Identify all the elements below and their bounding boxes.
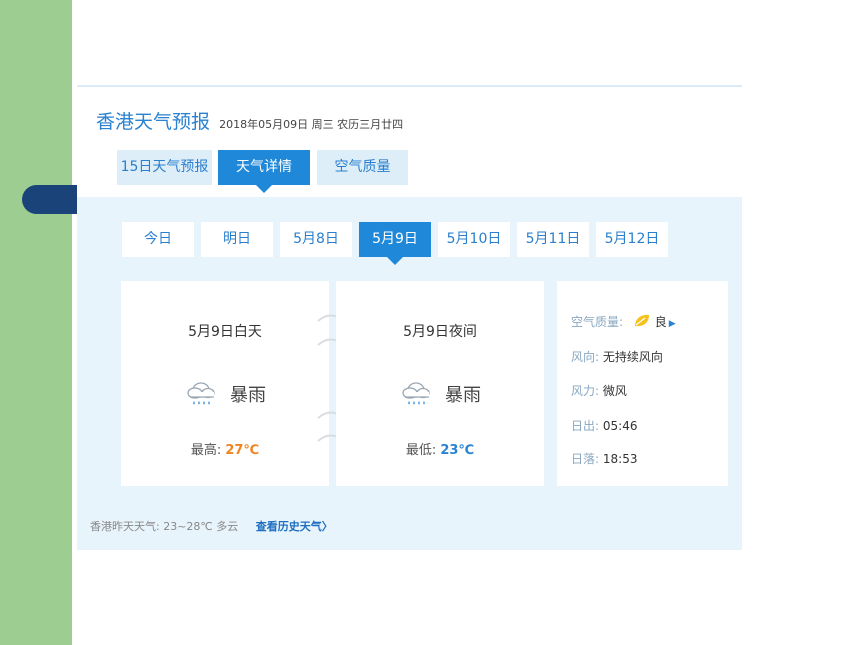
weather-widget: 香港天气预报 2018年05月09日 周三 农历三月廿四 15日天气预报 天气详… (77, 85, 742, 550)
low-temp-value: 23℃ (440, 443, 475, 458)
night-weather-label: 暴雨 (445, 385, 481, 406)
night-card-title: 5月9日夜间 (403, 324, 477, 340)
title-row: 香港天气预报 2018年05月09日 周三 农历三月廿四 (96, 107, 403, 134)
wind-force-label: 风力: (571, 384, 600, 398)
footer: 香港昨天天气: 23~28℃ 多云 查看历史天气〉 (90, 518, 333, 534)
tab-air-quality[interactable]: 空气质量 (317, 150, 408, 185)
air-quality-label: 空气质量: (571, 315, 624, 329)
day-card-title: 5月9日白天 (188, 324, 262, 340)
day-tab-tomorrow[interactable]: 明日 (201, 222, 273, 257)
low-temp-label: 最低: (405, 443, 437, 458)
leaf-icon (634, 314, 649, 327)
day-weather-row: 暴雨 (121, 377, 329, 411)
details-panel: 今日 明日 5月8日 5月9日 5月10日 5月11日 5月12日 5月9日白天… (77, 197, 742, 550)
day-tab-may11[interactable]: 5月11日 (517, 222, 589, 257)
wind-direction-value: 无持续风向 (602, 350, 663, 364)
top-divider (77, 85, 742, 87)
sunset-value: 18:53 (602, 452, 638, 466)
sunrise-row: 日出: 05:46 (571, 417, 637, 434)
high-temp-value: 27℃ (225, 443, 260, 458)
day-tab-may12[interactable]: 5月12日 (596, 222, 668, 257)
sunrise-value: 05:46 (602, 419, 638, 433)
wind-force-value: 微风 (602, 384, 627, 398)
day-weather-label: 暴雨 (230, 385, 266, 406)
night-temp-row: 最低: 23℃ (336, 439, 544, 458)
sunset-label: 日落: (571, 452, 600, 466)
air-quality-value: 良 (654, 315, 667, 329)
night-forecast-card: 5月9日夜间 暴雨 最低: 23℃ (336, 281, 544, 486)
day-tab-today[interactable]: 今日 (122, 222, 194, 257)
page-title: 香港天气预报 (96, 111, 211, 133)
day-tab-may9[interactable]: 5月9日 (359, 222, 431, 265)
high-temp-label: 最高: (190, 443, 222, 458)
tab-15day-forecast[interactable]: 15日天气预报 (117, 150, 212, 185)
chevron-right-icon: ▶ (668, 319, 676, 329)
night-weather-row: 暴雨 (336, 377, 544, 411)
day-tab-may10[interactable]: 5月10日 (438, 222, 510, 257)
day-tab-may8[interactable]: 5月8日 (280, 222, 352, 257)
tab-weather-details[interactable]: 天气详情 (218, 150, 310, 193)
wind-force-row: 风力: 微风 (571, 382, 627, 399)
air-quality-row[interactable]: 空气质量: 良 ▶ (571, 313, 676, 330)
yesterday-weather: 香港昨天天气: 23~28℃ 多云 (90, 520, 239, 533)
side-decoration-band (0, 0, 72, 645)
wind-direction-row: 风向: 无持续风向 (571, 348, 663, 365)
heavy-rain-icon (187, 382, 215, 405)
wind-direction-label: 风向: (571, 350, 600, 364)
weather-info-card: 空气质量: 良▶ 风向: 无持续风向 风力: 微风 日出: 05:46 日落: (557, 281, 728, 486)
day-forecast-card: 5月9日白天 暴雨 最高: 27℃ (121, 281, 329, 486)
date-label: 2018年05月09日 周三 农历三月廿四 (219, 118, 404, 131)
day-temp-row: 最高: 27℃ (121, 439, 329, 458)
heavy-rain-icon (402, 382, 430, 405)
sunrise-label: 日出: (571, 419, 600, 433)
sunset-row: 日落: 18:53 (571, 450, 637, 467)
history-weather-link[interactable]: 查看历史天气〉 (256, 520, 333, 533)
